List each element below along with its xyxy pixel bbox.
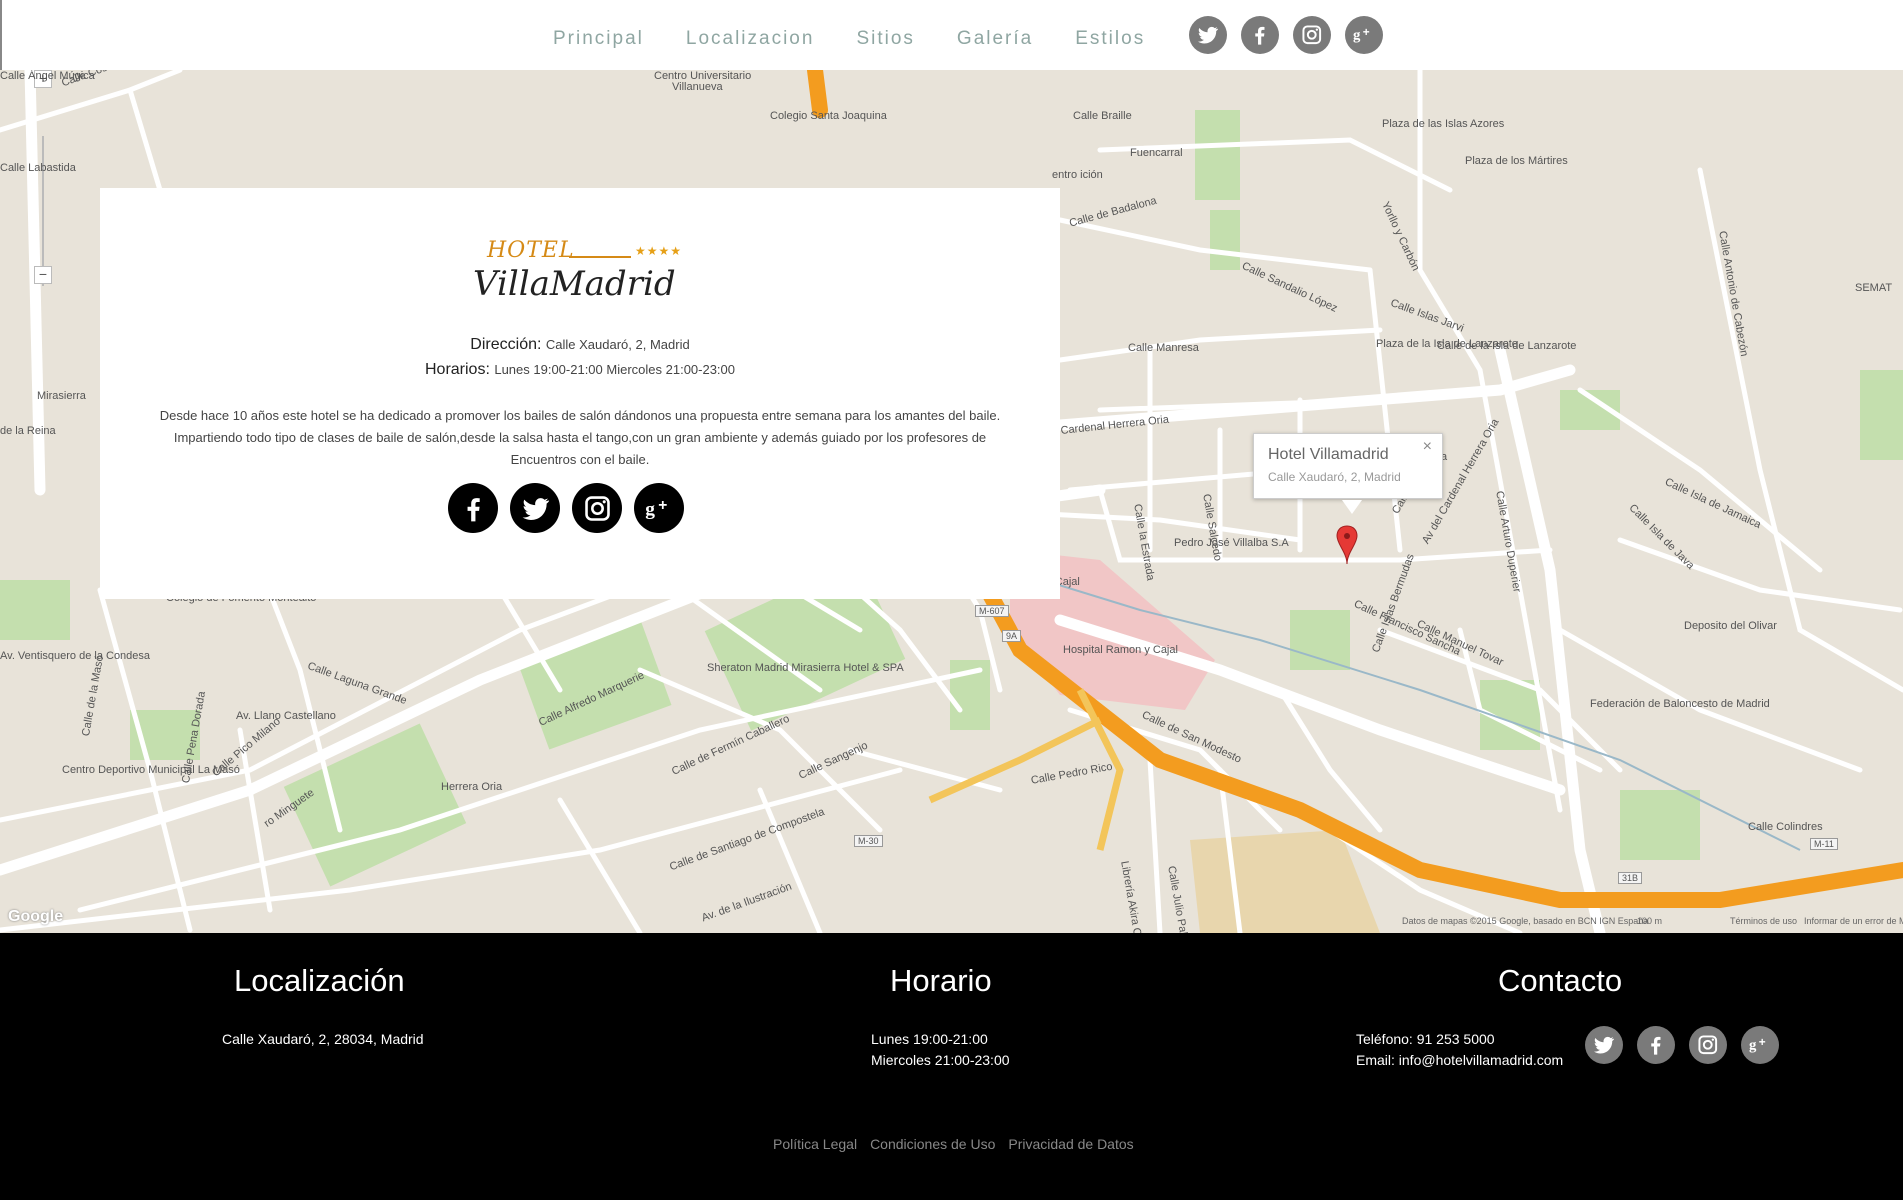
- card-social-links: g +: [448, 483, 696, 533]
- highway-shield: M-30: [854, 835, 883, 847]
- legal-policy-link[interactable]: Política Legal: [773, 1136, 857, 1152]
- map-label: Federación de Baloncesto de Madrid: [1590, 698, 1770, 710]
- hours-label: Horarios:: [424, 361, 490, 378]
- instagram-icon[interactable]: [1689, 1026, 1727, 1064]
- google-plus-icon[interactable]: g +: [634, 483, 684, 533]
- nav-social-links: g +: [1189, 16, 1397, 54]
- highway-shield: 31B: [1618, 872, 1643, 884]
- twitter-icon[interactable]: [1585, 1026, 1623, 1064]
- facebook-icon[interactable]: [1637, 1026, 1675, 1064]
- map-label: Calle Manresa: [1128, 342, 1199, 354]
- svg-text:g: g: [1749, 1038, 1757, 1054]
- info-window-address: Calle Xaudaró, 2, Madrid: [1268, 470, 1401, 484]
- footer-social-links: g +: [1585, 1026, 1793, 1064]
- svg-text:g: g: [1353, 28, 1361, 44]
- highway-shield: M-607: [975, 605, 1009, 617]
- map-label: de la Reina: [0, 425, 56, 437]
- zoom-slider-track[interactable]: [42, 136, 44, 286]
- map-label: Fuencarral: [1130, 147, 1183, 159]
- top-navbar: Principal Localizacion Sitios Galería Es…: [0, 0, 1903, 70]
- map-label: Sheraton Madrid Mirasierra Hotel & SPA: [707, 662, 904, 674]
- map-attribution: Datos de mapas ©2015 Google, basado en B…: [1402, 916, 1649, 926]
- map-report-link[interactable]: Informar de un error de Maps: [1804, 916, 1903, 926]
- address-line: Dirección: Calle Xaudaró, 2, Madrid: [100, 336, 1060, 354]
- twitter-icon[interactable]: [510, 483, 560, 533]
- footer-legal-links: Política Legal Condiciones de Uso Privac…: [773, 1136, 1147, 1152]
- map-label: Calle Colindres: [1748, 821, 1823, 833]
- nav-item-sitios[interactable]: Sitios: [856, 28, 914, 50]
- hours-line: Horarios: Lunes 19:00-21:00 Miercoles 21…: [100, 361, 1060, 379]
- map-label: Plaza de los Mártires: [1465, 155, 1568, 167]
- footer-email[interactable]: Email: info@hotelvillamadrid.com: [1356, 1050, 1563, 1071]
- map-label: Pedro José Villalba S.A: [1174, 537, 1289, 549]
- hotel-logo: HOTEL ★★★★ VillaMadrid: [469, 230, 689, 310]
- footer-hours-title: Horario: [890, 963, 992, 998]
- svg-text:+: +: [1363, 26, 1370, 39]
- highway-shield: M-11: [1810, 838, 1838, 850]
- map-scale: 100 m: [1637, 916, 1663, 926]
- info-window-close-button[interactable]: ×: [1423, 438, 1432, 456]
- info-window-title: Hotel Villamadrid: [1268, 446, 1389, 463]
- instagram-icon[interactable]: [572, 483, 622, 533]
- map-label: Mirasierra: [37, 390, 86, 402]
- map-label: Deposito del Olivar: [1684, 620, 1777, 632]
- footer-hours-line-1: Lunes 19:00-21:00: [871, 1031, 988, 1047]
- twitter-icon[interactable]: [1189, 16, 1227, 54]
- google-plus-icon[interactable]: g +: [1345, 16, 1383, 54]
- map-label: Calle de la Isla de Lanzarote: [1437, 340, 1577, 352]
- address-value: Calle Xaudaró, 2, Madrid: [545, 337, 690, 352]
- map-label: Herrera Oria: [441, 781, 503, 793]
- nav-item-localizacion[interactable]: Localizacion: [686, 28, 815, 50]
- footer-hours-line-2: Miercoles 21:00-23:00: [871, 1052, 1010, 1068]
- svg-text:+: +: [1759, 1036, 1766, 1049]
- svg-text:g: g: [645, 498, 655, 519]
- map-label: Colegio Santa Joaquina: [770, 110, 887, 122]
- facebook-icon[interactable]: [448, 483, 498, 533]
- map-label: Plaza de las Islas Azores: [1382, 118, 1505, 130]
- info-window-tail: [1342, 500, 1362, 514]
- nav-item-galeria[interactable]: Galería: [957, 28, 1033, 50]
- nav-item-principal[interactable]: Principal: [553, 28, 644, 50]
- facebook-icon[interactable]: [1241, 16, 1279, 54]
- map-marker-icon[interactable]: [1336, 525, 1358, 565]
- svg-text:+: +: [658, 496, 667, 513]
- nav-menu: Principal Localizacion Sitios Galería Es…: [553, 28, 1187, 50]
- map-label: SEMAT: [1855, 282, 1893, 294]
- map-label: Av. Ventisquero de la Condesa: [0, 650, 151, 662]
- map-label: Villanueva: [672, 81, 723, 93]
- logo-name-text: VillaMadrid: [473, 264, 676, 304]
- hotel-info-card: HOTEL ★★★★ VillaMadrid Dirección: Calle …: [100, 188, 1060, 599]
- hotel-description: Desde hace 10 años este hotel se ha dedi…: [159, 408, 1001, 467]
- google-logo: Google: [8, 908, 64, 925]
- map-label: Hospital Ramon y Cajal: [1063, 644, 1178, 656]
- map-label: entro ición: [1052, 169, 1103, 181]
- footer-location-address: Calle Xaudaró, 2, 28034, Madrid: [222, 1031, 424, 1047]
- google-map[interactable]: + − Calle Costa Centro Universitario Villa…: [0, 70, 1903, 933]
- map-label: Calle Labastida: [0, 162, 76, 174]
- map-label: Calle Braille: [1073, 110, 1132, 122]
- site-footer: Localización Calle Xaudaró, 2, 28034, Ma…: [0, 933, 1903, 1200]
- footer-location-title: Localización: [234, 963, 405, 998]
- google-plus-icon[interactable]: g +: [1741, 1026, 1779, 1064]
- highway-shield: 9A: [1002, 630, 1022, 642]
- instagram-icon[interactable]: [1293, 16, 1331, 54]
- terms-of-use-link[interactable]: Condiciones de Uso: [870, 1136, 995, 1152]
- hours-value: Lunes 19:00-21:00 Miercoles 21:00-23:00: [494, 362, 736, 377]
- privacy-link[interactable]: Privacidad de Datos: [1008, 1136, 1133, 1152]
- map-terms-link[interactable]: Términos de uso: [1730, 916, 1797, 926]
- zoom-out-button[interactable]: −: [34, 266, 52, 284]
- map-label: Calle Ángel Múgica: [0, 70, 95, 82]
- footer-contact-title: Contacto: [1498, 963, 1623, 998]
- nav-item-estilos[interactable]: Estilos: [1075, 28, 1145, 50]
- map-info-window: Hotel Villamadrid Calle Xaudaró, 2, Madr…: [1253, 433, 1443, 514]
- footer-phone: Teléfono: 91 253 5000: [1356, 1031, 1495, 1047]
- logo-hotel-text: HOTEL: [487, 238, 575, 263]
- address-label: Dirección:: [470, 336, 542, 353]
- logo-divider: [569, 256, 631, 258]
- map-label: Av. Llano Castellano: [236, 710, 336, 722]
- logo-stars: ★★★★: [635, 244, 683, 258]
